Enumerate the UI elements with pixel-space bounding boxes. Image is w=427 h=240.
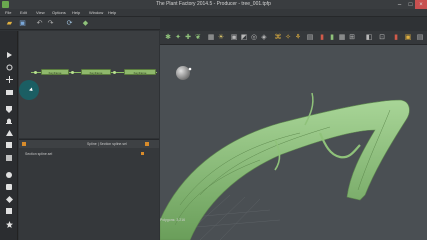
viewport-toolbar: ✱ ✦ ✚ ❦ ▦ ☀ ▣ ◩ ◎ ◈ ⌘ ✧ ⚘ ▤ ▮ ▮ ▦ ⊞ ◧ ⊡ … xyxy=(160,31,427,45)
graph-node[interactable]: Keyframe xyxy=(124,69,156,75)
panel-marker-icon xyxy=(22,142,26,146)
menu-window[interactable]: Window xyxy=(89,10,103,15)
record-icon[interactable]: ▮ xyxy=(392,34,400,42)
light-sphere[interactable] xyxy=(176,66,190,80)
item-marker-icon[interactable] xyxy=(141,152,144,155)
green-marker-icon[interactable]: ▮ xyxy=(328,34,336,42)
close-button[interactable]: × xyxy=(415,0,427,9)
render-preview-icon[interactable]: ◧ xyxy=(365,34,373,42)
menu-help-2[interactable]: Help xyxy=(108,10,116,15)
window-title: The Plant Factory 2014.5 - Producer - tr… xyxy=(156,1,271,7)
properties-header: Spline | Section spline.sel xyxy=(19,140,159,148)
move-icon[interactable] xyxy=(5,75,13,83)
node-port[interactable] xyxy=(71,70,74,74)
graph-node[interactable]: Keyframe xyxy=(81,69,111,75)
refresh-icon[interactable]: ⟳ xyxy=(66,20,73,27)
shield-icon[interactable] xyxy=(5,105,13,113)
redo-icon[interactable]: ↷ xyxy=(47,20,54,27)
snap-icon[interactable]: ⊡ xyxy=(378,34,386,42)
menu-view[interactable]: View xyxy=(36,10,45,15)
node-port[interactable] xyxy=(113,70,116,74)
render-icon[interactable]: ◆ xyxy=(82,20,89,27)
title-bar: The Plant Factory 2014.5 - Producer - tr… xyxy=(0,0,427,9)
settings-icon[interactable]: ▣ xyxy=(404,34,412,42)
triangle-icon[interactable] xyxy=(5,129,13,137)
undo-icon[interactable]: ↶ xyxy=(36,20,43,27)
node-port[interactable] xyxy=(34,70,37,74)
red-marker-icon[interactable]: ▮ xyxy=(318,34,326,42)
arrow-icon[interactable] xyxy=(5,51,13,59)
bell-icon[interactable] xyxy=(5,117,13,125)
menu-edit[interactable]: Edit xyxy=(20,10,27,15)
texture-icon[interactable]: ⚘ xyxy=(294,34,302,42)
3d-viewport[interactable]: Polygons: 3,216 xyxy=(160,45,427,240)
main-toolbar: ▰ ▣ ↶ ↷ ⟳ ◆ xyxy=(0,17,160,30)
properties-panel: Spline | Section spline.sel Section spli… xyxy=(19,139,159,240)
frame-icon[interactable]: ▦ xyxy=(207,34,215,42)
properties-tab-label[interactable]: Spline | Section spline.sel xyxy=(87,142,127,146)
wire-icon[interactable]: ⌘ xyxy=(274,34,282,42)
viewport-info: Polygons: 3,216 xyxy=(160,218,186,222)
grid-icon[interactable] xyxy=(5,141,13,149)
options-icon[interactable]: ▤ xyxy=(416,34,424,42)
brush-icon[interactable]: ◈ xyxy=(260,34,268,42)
rotate-icon[interactable] xyxy=(5,63,13,71)
orbit-icon[interactable]: ✱ xyxy=(164,34,172,42)
cube-icon[interactable] xyxy=(5,207,13,215)
panel-close-icon[interactable] xyxy=(145,142,149,146)
viewport-canvas xyxy=(160,66,410,240)
menu-help[interactable]: Help xyxy=(72,10,80,15)
circle-icon[interactable] xyxy=(5,171,13,179)
lock-icon[interactable] xyxy=(5,183,13,191)
shade-icon[interactable]: ✧ xyxy=(284,34,292,42)
light-handle[interactable] xyxy=(188,67,192,71)
light-icon[interactable]: ☀ xyxy=(217,34,225,42)
node-graph-panel[interactable]: Keyframe Keyframe Keyframe xyxy=(19,31,159,138)
select-icon[interactable]: ◩ xyxy=(240,34,248,42)
folder-icon[interactable]: ▰ xyxy=(6,20,13,27)
menu-file[interactable]: File xyxy=(5,10,11,15)
star-icon[interactable] xyxy=(5,220,13,228)
graph-node[interactable]: Keyframe xyxy=(41,69,69,75)
spline-item-label[interactable]: Section spline.sel xyxy=(25,152,52,156)
tool-strip xyxy=(0,31,18,240)
leaf-icon[interactable]: ❦ xyxy=(194,34,202,42)
diamond-icon[interactable] xyxy=(5,195,13,203)
axis-icon[interactable]: ⊞ xyxy=(348,34,356,42)
menu-options[interactable]: Options xyxy=(52,10,66,15)
bone-icon[interactable]: ▤ xyxy=(306,34,314,42)
gear-icon[interactable] xyxy=(5,154,13,162)
minimize-button[interactable]: – xyxy=(394,0,405,9)
plant-trunk[interactable] xyxy=(160,99,410,240)
save-icon[interactable]: ▣ xyxy=(19,20,26,27)
menu-bar: File Edit View Options Help Window Help xyxy=(0,9,427,17)
grid-toggle-icon[interactable]: ▦ xyxy=(338,34,346,42)
pan-icon[interactable]: ✦ xyxy=(174,34,182,42)
zoom-icon[interactable]: ✚ xyxy=(184,34,192,42)
camera-view-icon[interactable]: ▣ xyxy=(230,34,238,42)
lasso-icon[interactable]: ◎ xyxy=(250,34,258,42)
camera-icon[interactable] xyxy=(5,88,13,96)
